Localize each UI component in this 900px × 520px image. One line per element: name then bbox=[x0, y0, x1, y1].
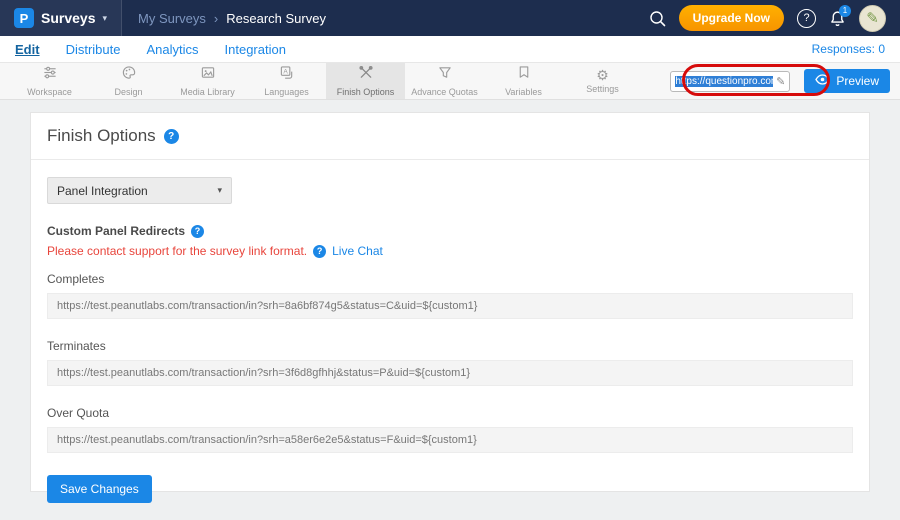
support-note-text: Please contact support for the survey li… bbox=[47, 244, 307, 258]
field-group-terminates: Terminates https://test.peanutlabs.com/t… bbox=[47, 339, 853, 386]
top-header: P Surveys ▾ My Surveys › Research Survey… bbox=[0, 0, 900, 36]
live-chat-link[interactable]: Live Chat bbox=[332, 244, 383, 258]
notification-count-badge: 1 bbox=[839, 5, 851, 17]
panel-integration-select[interactable]: Panel Integration ▾ bbox=[47, 177, 232, 204]
preview-label: Preview bbox=[836, 74, 879, 88]
svg-text:A: A bbox=[283, 68, 288, 75]
product-switcher[interactable]: P Surveys ▾ bbox=[0, 0, 122, 36]
search-icon[interactable] bbox=[649, 10, 666, 27]
support-note-row: Please contact support for the survey li… bbox=[47, 244, 853, 258]
completes-url-input[interactable]: https://test.peanutlabs.com/transaction/… bbox=[47, 293, 853, 319]
preview-button[interactable]: Preview bbox=[804, 69, 890, 93]
breadcrumb-my-surveys[interactable]: My Surveys bbox=[138, 11, 206, 26]
survey-url-selected-text: https://questionpro.com/t/A bbox=[675, 76, 773, 87]
main-nav: Edit Distribute Analytics Integration Re… bbox=[0, 36, 900, 63]
upgrade-now-button[interactable]: Upgrade Now bbox=[679, 5, 784, 31]
toolbar-label: Settings bbox=[586, 84, 619, 94]
field-label: Over Quota bbox=[47, 406, 853, 420]
toolbar-label: Workspace bbox=[27, 87, 72, 97]
toolbar-item-workspace[interactable]: Workspace bbox=[10, 63, 89, 99]
finish-options-help-icon[interactable]: ? bbox=[164, 129, 179, 144]
questionpro-logo-icon: P bbox=[14, 8, 34, 28]
toolbar-item-media-library[interactable]: Media Library bbox=[168, 63, 247, 99]
finish-options-card: Finish Options ? Panel Integration ▾ Cus… bbox=[30, 112, 870, 492]
chevron-down-icon: ▾ bbox=[102, 13, 107, 24]
panel-select-value: Panel Integration bbox=[57, 184, 148, 198]
flag-icon bbox=[516, 65, 532, 85]
section-heading-row: Custom Panel Redirects ? bbox=[47, 224, 853, 238]
edit-url-pencil-icon[interactable]: ✎ bbox=[776, 75, 785, 88]
avatar[interactable]: ✎ bbox=[859, 5, 886, 32]
card-body: Panel Integration ▾ Custom Panel Redirec… bbox=[31, 160, 869, 520]
edit-toolbar: Workspace Design Media Library A Languag… bbox=[0, 63, 900, 100]
toolbar-label: Media Library bbox=[180, 87, 235, 97]
gear-icon: ⚙ bbox=[596, 68, 609, 82]
field-label: Terminates bbox=[47, 339, 853, 353]
workspace-icon bbox=[42, 65, 58, 85]
eye-icon bbox=[815, 74, 830, 88]
toolbar-item-languages[interactable]: A Languages bbox=[247, 63, 326, 99]
tab-edit[interactable]: Edit bbox=[15, 42, 40, 57]
section-heading-text: Custom Panel Redirects bbox=[47, 224, 185, 238]
notifications-bell-icon[interactable]: 1 bbox=[829, 10, 846, 27]
toolbar-label: Design bbox=[114, 87, 142, 97]
crossed-tools-icon bbox=[358, 65, 374, 85]
responses-count: Responses: 0 bbox=[812, 42, 885, 56]
toolbar-item-advance-quotas[interactable]: Advance Quotas bbox=[405, 63, 484, 99]
terminates-url-input[interactable]: https://test.peanutlabs.com/transaction/… bbox=[47, 360, 853, 386]
toolbar-item-finish-options[interactable]: Finish Options bbox=[326, 63, 405, 99]
tab-integration[interactable]: Integration bbox=[225, 42, 286, 57]
save-changes-button[interactable]: Save Changes bbox=[47, 475, 152, 503]
page-title: Finish Options bbox=[47, 126, 156, 146]
funnel-icon bbox=[437, 65, 453, 85]
header-actions: Upgrade Now ? 1 ✎ bbox=[649, 5, 900, 32]
over-quota-url-input[interactable]: https://test.peanutlabs.com/transaction/… bbox=[47, 427, 853, 453]
toolbar-label: Advance Quotas bbox=[411, 87, 478, 97]
breadcrumb-separator-icon: › bbox=[214, 11, 218, 26]
page-content: Finish Options ? Panel Integration ▾ Cus… bbox=[0, 100, 900, 492]
chevron-down-icon: ▾ bbox=[217, 185, 222, 196]
toolbar-item-settings[interactable]: ⚙ Settings bbox=[563, 63, 642, 99]
image-icon bbox=[200, 65, 216, 85]
toolbar-label: Finish Options bbox=[337, 87, 395, 97]
tab-distribute[interactable]: Distribute bbox=[66, 42, 121, 57]
card-title-row: Finish Options ? bbox=[31, 113, 869, 160]
toolbar-label: Languages bbox=[264, 87, 309, 97]
toolbar-item-design[interactable]: Design bbox=[89, 63, 168, 99]
toolbar-item-variables[interactable]: Variables bbox=[484, 63, 563, 99]
toolbar-label: Variables bbox=[505, 87, 542, 97]
redirects-help-icon[interactable]: ? bbox=[191, 225, 204, 238]
translate-icon: A bbox=[279, 65, 295, 85]
field-group-over-quota: Over Quota https://test.peanutlabs.com/t… bbox=[47, 406, 853, 453]
tab-analytics[interactable]: Analytics bbox=[146, 42, 198, 57]
field-label: Completes bbox=[47, 272, 853, 286]
live-chat-icon[interactable]: ? bbox=[313, 245, 326, 258]
survey-url-input[interactable]: https://questionpro.com/t/A ✎ bbox=[670, 71, 790, 92]
breadcrumb-current-survey: Research Survey bbox=[226, 11, 326, 26]
product-name: Surveys bbox=[41, 10, 95, 26]
palette-icon bbox=[121, 65, 137, 85]
field-group-completes: Completes https://test.peanutlabs.com/tr… bbox=[47, 272, 853, 319]
breadcrumb: My Surveys › Research Survey bbox=[138, 11, 326, 26]
help-icon[interactable]: ? bbox=[797, 9, 816, 28]
